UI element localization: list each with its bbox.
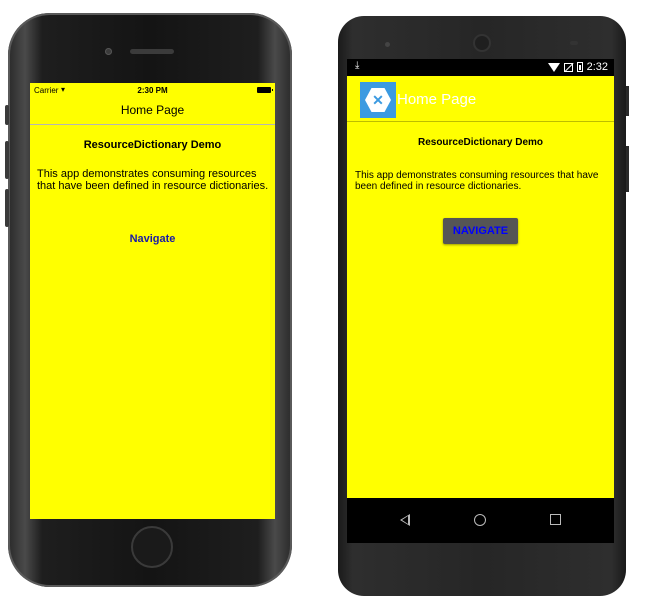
status-time: 2:32 bbox=[586, 61, 608, 73]
iphone-device: Carrier ▾ 2:30 PM Home Page ResourceDict… bbox=[5, 13, 292, 587]
android-screen: ⤓ 2:32 ✕ Home Page ResourceDictionary De… bbox=[347, 59, 614, 543]
wifi-icon bbox=[547, 62, 560, 72]
android-status-bar: ⤓ 2:32 bbox=[347, 59, 614, 76]
front-camera-icon bbox=[105, 48, 112, 55]
demo-heading: ResourceDictionary Demo bbox=[83, 139, 222, 151]
no-signal-icon bbox=[563, 62, 573, 72]
front-camera-icon bbox=[475, 36, 489, 50]
ios-navigation-bar: Home Page bbox=[30, 97, 275, 125]
android-navigation-bar bbox=[347, 498, 614, 543]
navigate-button[interactable]: Navigate bbox=[30, 233, 275, 245]
home-button[interactable] bbox=[131, 526, 173, 568]
ios-status-bar: Carrier ▾ 2:30 PM bbox=[30, 83, 275, 97]
power-button bbox=[626, 86, 629, 116]
description-text: This app demonstrates consuming resource… bbox=[355, 170, 599, 192]
sensor-icon bbox=[385, 42, 390, 47]
page-title: Home Page bbox=[397, 91, 477, 108]
description-text: This app demonstrates consuming resource… bbox=[37, 168, 269, 192]
xamarin-logo-icon: ✕ bbox=[360, 82, 396, 118]
back-icon[interactable] bbox=[400, 514, 410, 526]
android-toolbar: ✕ Home Page bbox=[347, 76, 614, 122]
navigate-button[interactable]: NAVIGATE bbox=[443, 218, 518, 244]
volume-up-button bbox=[5, 141, 9, 179]
volume-rocker bbox=[626, 146, 629, 192]
speaker-grille bbox=[570, 41, 578, 45]
battery-icon bbox=[257, 87, 273, 93]
demo-heading: ResourceDictionary Demo bbox=[417, 137, 544, 148]
battery-icon bbox=[576, 62, 583, 72]
home-icon[interactable] bbox=[474, 514, 486, 526]
page-title: Home Page bbox=[120, 103, 185, 117]
volume-down-button bbox=[5, 189, 9, 227]
status-time: 2:30 PM bbox=[137, 86, 168, 95]
download-icon: ⤓ bbox=[355, 60, 360, 71]
earpiece-speaker bbox=[130, 49, 174, 54]
recents-icon[interactable] bbox=[550, 514, 561, 525]
ios-screen: Carrier ▾ 2:30 PM Home Page ResourceDict… bbox=[30, 83, 275, 519]
android-device: ⤓ 2:32 ✕ Home Page ResourceDictionary De… bbox=[338, 16, 629, 596]
mute-switch bbox=[5, 105, 9, 125]
